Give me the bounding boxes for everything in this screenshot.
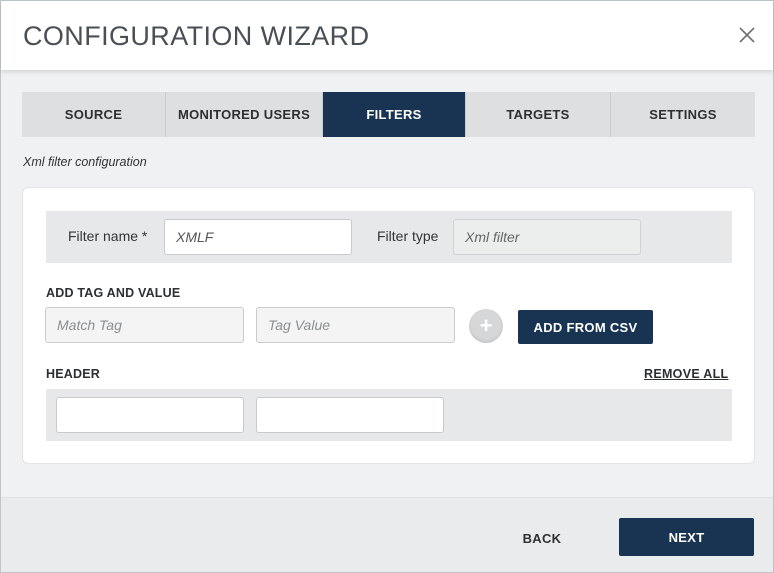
tab-filters[interactable]: FILTERS (323, 92, 466, 137)
add-tag-plus-icon[interactable]: + (469, 309, 503, 343)
dialog-header: CONFIGURATION WIZARD (1, 1, 773, 70)
match-tag-input[interactable]: Match Tag (45, 307, 244, 343)
close-icon[interactable] (735, 23, 759, 47)
header-entry-row (46, 389, 732, 441)
wizard-body: SOURCE MONITORED USERS FILTERS TARGETS S… (1, 70, 773, 497)
next-button[interactable]: NEXT (619, 518, 754, 556)
tab-settings[interactable]: SETTINGS (611, 92, 755, 137)
filter-info-row: Filter name * XMLF Filter type Xml filte… (46, 211, 732, 263)
section-caption: Xml filter configuration (23, 155, 147, 169)
tab-targets[interactable]: TARGETS (466, 92, 611, 137)
tag-value-input[interactable]: Tag Value (256, 307, 455, 343)
configuration-wizard-dialog: CONFIGURATION WIZARD SOURCE MONITORED US… (0, 0, 774, 573)
tab-monitored-users[interactable]: MONITORED USERS (166, 92, 323, 137)
back-button[interactable]: BACK (507, 520, 577, 556)
header-field-2[interactable] (256, 397, 444, 433)
dialog-title: CONFIGURATION WIZARD (23, 21, 370, 51)
header-field-1[interactable] (56, 397, 244, 433)
dialog-footer: BACK NEXT (1, 497, 773, 572)
filter-type-field: Xml filter (453, 219, 641, 255)
filter-name-input[interactable]: XMLF (164, 219, 352, 255)
filter-config-card: Filter name * XMLF Filter type Xml filte… (22, 187, 755, 464)
tab-source[interactable]: SOURCE (22, 92, 166, 137)
wizard-tabs: SOURCE MONITORED USERS FILTERS TARGETS S… (22, 92, 755, 137)
header-heading: HEADER (46, 367, 100, 381)
filter-name-label: Filter name * (68, 228, 148, 244)
add-from-csv-button[interactable]: ADD FROM CSV (518, 310, 653, 344)
remove-all-link[interactable]: REMOVE ALL (644, 367, 728, 381)
add-tag-heading: ADD TAG AND VALUE (46, 286, 181, 300)
filter-type-label: Filter type (377, 228, 439, 244)
